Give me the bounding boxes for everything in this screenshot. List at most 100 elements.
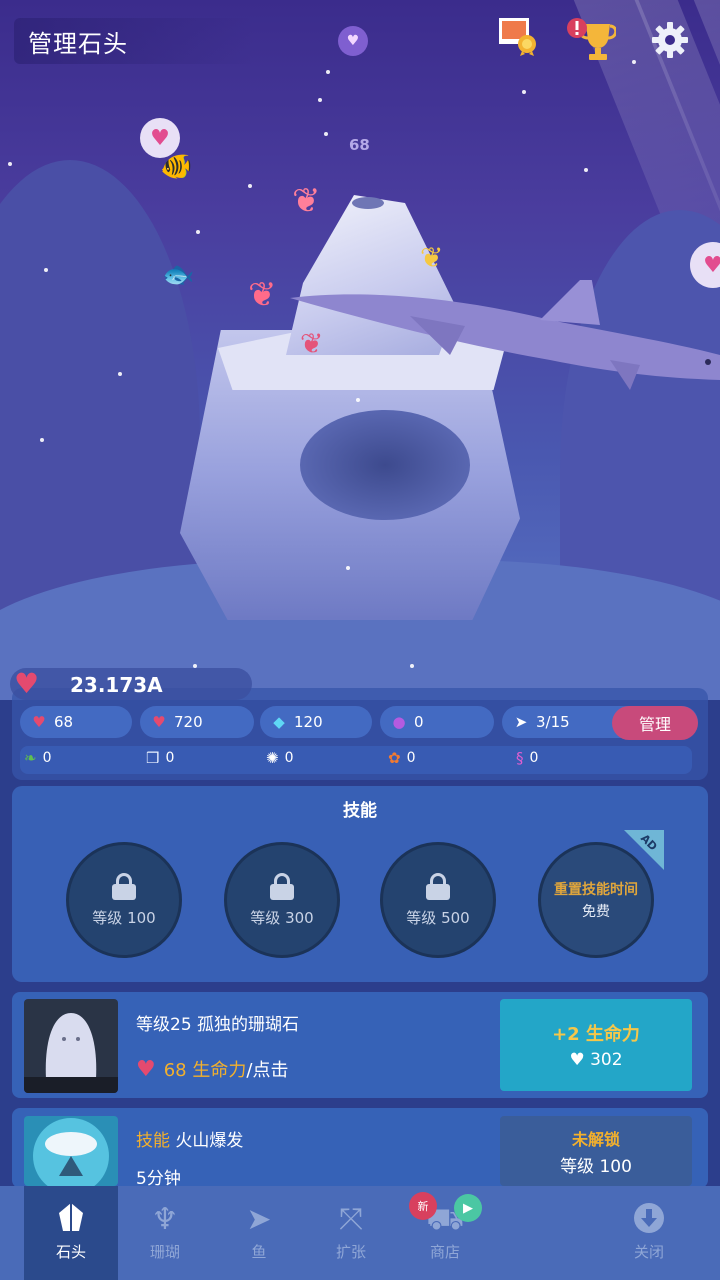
seaweed-resource: ❧ 0: [24, 749, 52, 767]
plankton: [248, 184, 252, 188]
heart-icon: ♥: [14, 667, 40, 700]
play-icon: ▶: [454, 1194, 482, 1222]
fish-icon: ➤: [246, 1202, 272, 1237]
plankton: [346, 566, 350, 570]
nav-tab-close[interactable]: 关闭: [602, 1186, 696, 1280]
shell-resource: ✿ 0: [388, 749, 416, 767]
expand-icon: ⤧: [339, 1202, 363, 1237]
coral-stone-cave: [300, 410, 470, 520]
upgrade-life-cost: ♥ 302: [569, 1050, 622, 1070]
plankton: [410, 664, 414, 668]
urchin-icon: ✺: [266, 749, 279, 767]
heart-tap-icon: ♥: [136, 1056, 156, 1082]
skill-prefix-label: 技能: [136, 1131, 170, 1151]
skill-slot-3[interactable]: 等级 500: [380, 842, 496, 958]
plankton: [118, 372, 122, 376]
lock-icon: [426, 872, 450, 900]
coral-piece-value: 0: [165, 750, 175, 766]
diamond-chip: ◆ 120: [260, 706, 372, 738]
reset-skill-label: 重置技能时间: [554, 882, 638, 898]
locked-level-label: 等级 100: [560, 1156, 632, 1177]
skill-slot-2[interactable]: 等级 300: [224, 842, 340, 958]
floating-life-number: 68: [349, 136, 370, 154]
fish-count-value: 3/15: [536, 713, 570, 731]
urchin-value: 0: [284, 750, 294, 766]
locked-label: 未解锁: [571, 1129, 620, 1149]
aquarium-scene[interactable]: ❦ ❦ ❦ ❦ ♥ ♥ 🐠 🐟 68: [0, 0, 720, 700]
nav-tab-expand[interactable]: ⤧ 扩张: [304, 1186, 398, 1280]
skill-level-label: 等级 300: [250, 908, 314, 927]
diamond-value: 120: [294, 713, 323, 731]
skill-volcano-title: 技能 火山爆发: [136, 1126, 243, 1151]
heart-indicator-icon[interactable]: ♥: [338, 26, 368, 56]
upgrade-life-button[interactable]: +2 生命力 ♥ 302: [500, 999, 692, 1091]
nav-tab-stone[interactable]: 石头: [24, 1186, 118, 1280]
skill-slot-1[interactable]: 等级 100: [66, 842, 182, 958]
plankton: [356, 398, 360, 402]
coral-piece-icon: ❒: [146, 749, 160, 767]
plankton: [632, 60, 636, 64]
seaweed-icon: ❧: [24, 749, 37, 767]
nav-label-coral: 珊瑚: [149, 1243, 180, 1261]
resources-row: [20, 746, 692, 774]
yellow-coral-icon: ❦: [420, 241, 444, 274]
pink-coral-icon: ❦: [292, 181, 321, 221]
heart-icon: ♥: [569, 1050, 585, 1070]
reset-skill-time-button[interactable]: 重置技能时间 免费: [538, 842, 654, 958]
close-download-icon: [634, 1203, 664, 1233]
skills-title: 技能: [343, 801, 377, 821]
stone-upgrade-stats: ♥ 68 生命力 /点击: [136, 1056, 288, 1082]
plankton: [40, 438, 44, 442]
stone-upgrade-title: 等级25 孤独的珊瑚石: [136, 1015, 300, 1035]
stone-life-value: 68 生命力: [163, 1060, 247, 1081]
fish-count-icon: ➤: [514, 713, 528, 731]
coral-stone-thumbnail: [24, 999, 118, 1093]
trophy-icon[interactable]: [566, 16, 616, 64]
seahorse-value: 0: [529, 750, 539, 766]
plankton: [8, 162, 12, 166]
clownfish-icon[interactable]: 🐠: [160, 152, 192, 182]
nav-tab-coral[interactable]: ♆ 珊瑚: [118, 1186, 212, 1280]
skill-level-label: 等级 100: [92, 908, 156, 927]
tap-life-value: 68: [54, 713, 74, 731]
reset-skill-price: 免费: [582, 904, 610, 920]
pink-coral-icon: ❦: [248, 275, 277, 315]
pearl-icon: ●: [392, 713, 406, 731]
heart-tap-icon: ♥: [32, 713, 46, 731]
page-title: 管理石头: [28, 30, 128, 58]
new-badge: 新: [409, 1192, 437, 1220]
coral-stone-hole: [352, 197, 384, 209]
plankton: [326, 70, 330, 74]
manage-button[interactable]: 管理: [612, 706, 698, 740]
life-total-value: 23.173A: [70, 673, 163, 697]
stone-life-suffix: /点击: [246, 1060, 289, 1081]
plankton: [324, 132, 328, 136]
shell-value: 0: [406, 750, 416, 766]
plankton: [318, 98, 322, 102]
nav-label-stone: 石头: [55, 1243, 86, 1261]
blue-fish-icon[interactable]: 🐟: [162, 260, 194, 290]
shark[interactable]: [290, 280, 720, 390]
coral-piece-resource: ❒ 0: [146, 749, 174, 767]
skill-name-label: 火山爆发: [175, 1131, 244, 1151]
upgrade-cost-value: 302: [590, 1050, 623, 1070]
plankton: [44, 268, 48, 272]
photo-award-icon[interactable]: [497, 16, 537, 56]
gear-icon[interactable]: [650, 20, 690, 60]
tap-life-chip: ♥ 68: [20, 706, 132, 738]
lock-icon: [112, 872, 136, 900]
nav-label-expand: 扩张: [335, 1243, 366, 1261]
diamond-icon: ◆: [273, 713, 285, 731]
nav-tab-fish[interactable]: ➤ 鱼: [212, 1186, 306, 1280]
volcano-skill-thumbnail: [24, 1116, 118, 1186]
pearl-value: 0: [414, 713, 424, 731]
seahorse-icon: §: [516, 749, 524, 767]
nav-label-close: 关闭: [633, 1243, 664, 1261]
auto-life-value: 720: [174, 713, 203, 731]
shell-icon: ✿: [388, 749, 401, 767]
nav-label-shop: 商店: [429, 1243, 460, 1261]
upgrade-life-amount: +2 生命力: [552, 1024, 640, 1045]
urchin-resource: ✺ 0: [266, 749, 294, 767]
skill-locked-button[interactable]: 未解锁 等级 100: [500, 1116, 692, 1186]
seaweed-value: 0: [42, 750, 52, 766]
